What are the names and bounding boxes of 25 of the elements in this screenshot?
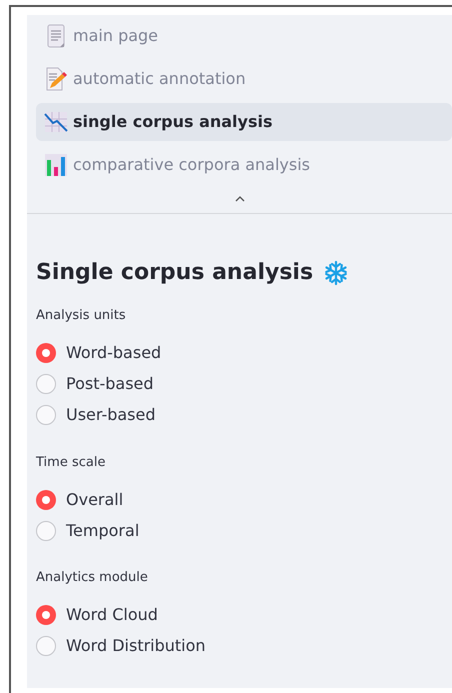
radio-label[interactable]: Post-based <box>66 372 154 396</box>
radio-button[interactable] <box>36 405 56 425</box>
group-label: Analysis units <box>36 307 126 325</box>
page-heading: Single corpus analysis <box>36 259 314 287</box>
snowflake-icon <box>323 260 350 286</box>
radio-button[interactable] <box>36 636 56 656</box>
radio-button[interactable] <box>36 605 56 625</box>
declining-chart-icon <box>44 111 68 133</box>
group-label: Time scale <box>36 454 106 472</box>
radio-label[interactable]: User-based <box>66 403 156 427</box>
radio-button[interactable] <box>36 520 56 540</box>
radio-button[interactable] <box>36 490 56 510</box>
radio-label[interactable]: Word-based <box>66 341 162 365</box>
memo-pencil-icon <box>45 67 67 91</box>
radio-label[interactable]: Word Cloud <box>66 603 158 627</box>
nav-link[interactable]: single corpus analysis <box>36 103 452 141</box>
radio-label[interactable]: Temporal <box>66 518 140 542</box>
collapse-chevron-icon[interactable] <box>234 196 244 202</box>
group-label: Analytics module <box>36 569 148 587</box>
radio-label[interactable]: Overall <box>66 488 124 512</box>
radio-button[interactable] <box>36 343 56 363</box>
document-icon <box>46 24 66 48</box>
radio-label[interactable]: Word Distribution <box>66 634 206 658</box>
radio-button[interactable] <box>36 374 56 394</box>
bar-chart-icon <box>44 153 68 177</box>
